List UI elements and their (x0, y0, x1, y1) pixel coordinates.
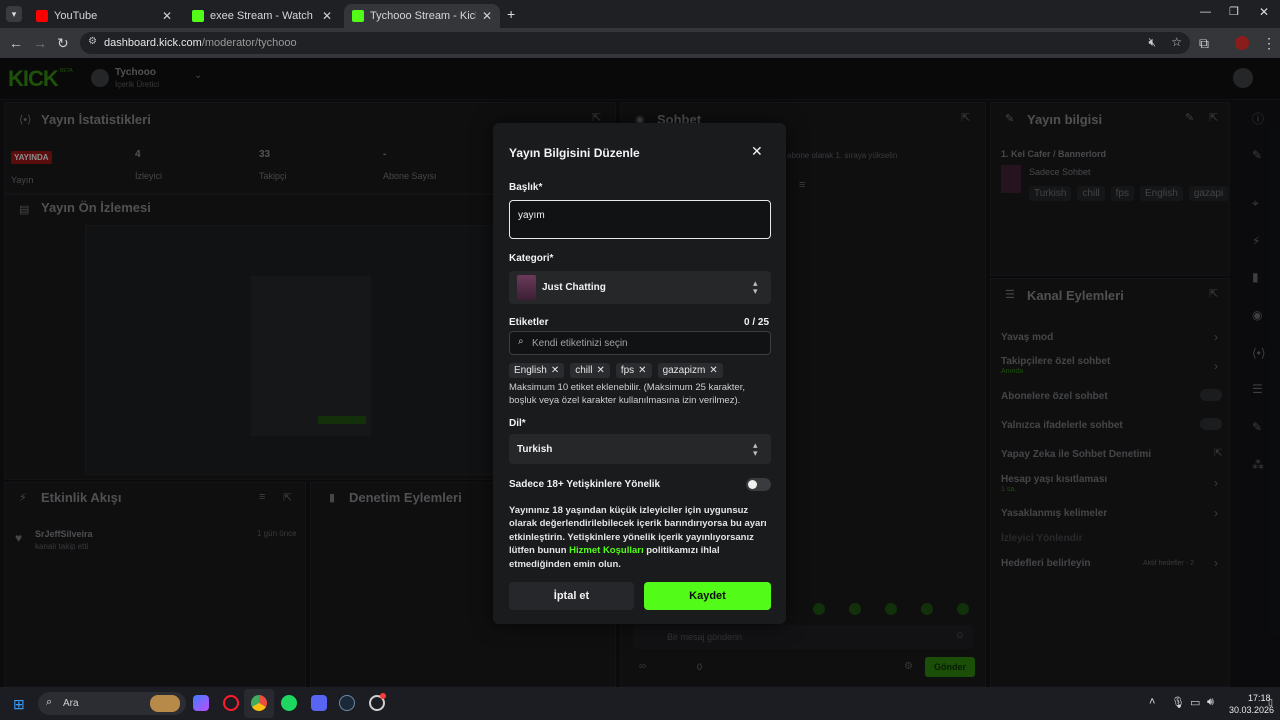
browser-toolbar: ← → ↻ ⚙ dashboard.kick.com/moderator/tyc… (0, 28, 1280, 58)
language-label: Dil* (509, 418, 526, 429)
kick-icon (192, 10, 204, 22)
menu-icon[interactable]: ⋮ (1262, 35, 1276, 52)
forward-icon[interactable]: → (33, 35, 47, 51)
chevron-up-icon[interactable]: ˄ (1149, 696, 1155, 708)
close-window-button[interactable]: ✕ (1259, 5, 1269, 19)
close-icon[interactable]: ✕ (751, 143, 763, 160)
tag-chip[interactable]: chill ✕ (570, 363, 610, 378)
tab-search-button[interactable]: ▾ (6, 6, 22, 22)
save-button[interactable]: Kaydet (644, 582, 771, 610)
windows-start-icon[interactable]: ⊞ (13, 696, 25, 713)
tab-label: Tychooo Stream - Kick Dash (370, 10, 476, 22)
new-tab-button[interactable]: + (507, 6, 515, 22)
title-input-value: yayım (518, 210, 545, 221)
maximize-button[interactable]: ❐ (1229, 5, 1239, 18)
cancel-button[interactable]: İptal et (509, 582, 634, 610)
toggle-knob (748, 480, 757, 489)
taskbar-search-label: Ara (63, 698, 79, 709)
kick-icon (352, 10, 364, 22)
reload-icon[interactable]: ↻ (57, 35, 69, 52)
copilot-icon[interactable] (193, 695, 209, 711)
tags-help-text: Maksimum 10 etiket eklenebilir. (Maksimu… (509, 382, 745, 406)
windows-taskbar: ⊞ ⌕ Ara ˄ 🎙︎ ▭ 🔊︎ 17:18 30.03.2026 ▯ (0, 687, 1280, 720)
tag-chip[interactable]: fps ✕ (615, 363, 652, 378)
steam-icon[interactable] (339, 695, 355, 711)
back-icon[interactable]: ← (9, 35, 23, 51)
category-thumbnail (517, 275, 536, 300)
profile-avatar[interactable] (1235, 36, 1249, 50)
spotify-icon[interactable] (281, 695, 297, 711)
network-icon[interactable]: ▭ (1190, 696, 1200, 709)
tab-youtube[interactable]: YouTube ✕ (28, 4, 180, 28)
search-highlight-image (150, 695, 180, 712)
browser-tab-bar: ▾ YouTube ✕ exee Stream - Watch Live on … (0, 0, 1280, 28)
remove-tag-icon[interactable]: ✕ (596, 365, 604, 376)
microphone-icon[interactable]: 🎙︎ (1171, 696, 1185, 709)
close-icon[interactable]: ✕ (162, 9, 172, 23)
tag-chip[interactable]: English ✕ (509, 363, 565, 378)
volume-icon[interactable]: 🔊︎ (1207, 696, 1214, 709)
modal-title: Yayın Bilgisini Düzenle (509, 146, 640, 160)
url-path: /moderator/tychooo (201, 37, 297, 49)
active-app-indicator (244, 689, 274, 718)
site-info-icon[interactable]: ⚙ (88, 36, 97, 47)
category-select[interactable]: Just Chatting ▴ ▾ (509, 271, 771, 304)
title-label: Başlık* (509, 182, 543, 193)
address-bar[interactable]: ⚙ dashboard.kick.com/moderator/tychooo 🔇… (80, 32, 1190, 54)
tag-chip[interactable]: gazapizm ✕ (657, 363, 723, 378)
tag-label: chill (575, 365, 593, 376)
select-arrows-icon: ▴ ▾ (753, 440, 758, 458)
opera-icon[interactable] (223, 695, 239, 711)
remove-tag-icon[interactable]: ✕ (551, 365, 559, 376)
terms-of-service-link[interactable]: Hizmet Koşulları (569, 545, 643, 556)
mute-icon[interactable]: 🔇︎ (1148, 35, 1156, 50)
category-value: Just Chatting (542, 282, 606, 293)
notifications-icon[interactable]: ▯ (1268, 697, 1273, 708)
bookmark-star-icon[interactable]: ☆ (1171, 35, 1182, 49)
tab-label: exee Stream - Watch Live on Kic (210, 10, 316, 22)
selected-tags: English ✕ chill ✕ fps ✕ gazapizm ✕ (509, 360, 729, 378)
remove-tag-icon[interactable]: ✕ (709, 365, 717, 376)
adult-content-toggle[interactable] (746, 478, 771, 491)
language-value: Turkish (517, 444, 553, 455)
tag-label: gazapizm (662, 365, 706, 376)
adult-content-help: Yayınınız 18 yaşından küçük izleyiciler … (509, 504, 773, 571)
notification-dot (380, 693, 386, 699)
category-label: Kategori* (509, 253, 554, 264)
youtube-icon (36, 10, 48, 22)
minimize-button[interactable]: — (1200, 6, 1211, 18)
tag-label: fps (620, 365, 635, 376)
taskbar-search[interactable]: ⌕ Ara (38, 692, 186, 715)
tag-label: English (514, 365, 547, 376)
close-icon[interactable]: ✕ (322, 9, 332, 23)
search-icon: ⌕ (518, 336, 524, 347)
close-icon[interactable]: ✕ (482, 9, 492, 23)
tab-exee-stream[interactable]: exee Stream - Watch Live on Kic ✕ (184, 4, 340, 28)
select-arrows-icon: ▴ ▾ (753, 278, 758, 296)
tags-input-placeholder: Kendi etiketinizi seçin (532, 338, 628, 349)
discord-icon[interactable] (311, 695, 327, 711)
adult-content-label: Sadece 18+ Yetişkinlere Yönelik (509, 479, 661, 490)
tags-input[interactable]: ⌕ Kendi etiketinizi seçin (509, 331, 771, 355)
url-host: dashboard.kick.com (104, 37, 202, 49)
title-input[interactable]: yayım (509, 200, 771, 239)
tags-label: Etiketler (509, 317, 549, 328)
remove-tag-icon[interactable]: ✕ (638, 365, 646, 376)
language-select[interactable]: Turkish ▴ ▾ (509, 434, 771, 464)
edit-stream-info-modal: Yayın Bilgisini Düzenle ✕ Başlık* yayım … (493, 123, 786, 624)
tab-label: YouTube (54, 10, 98, 22)
search-icon: ⌕ (46, 696, 53, 708)
tab-tychooo-dashboard[interactable]: Tychooo Stream - Kick Dash ✕ (344, 4, 500, 28)
extensions-icon[interactable]: ⧉ (1199, 35, 1209, 52)
tags-counter: 0 / 25 (744, 317, 770, 328)
